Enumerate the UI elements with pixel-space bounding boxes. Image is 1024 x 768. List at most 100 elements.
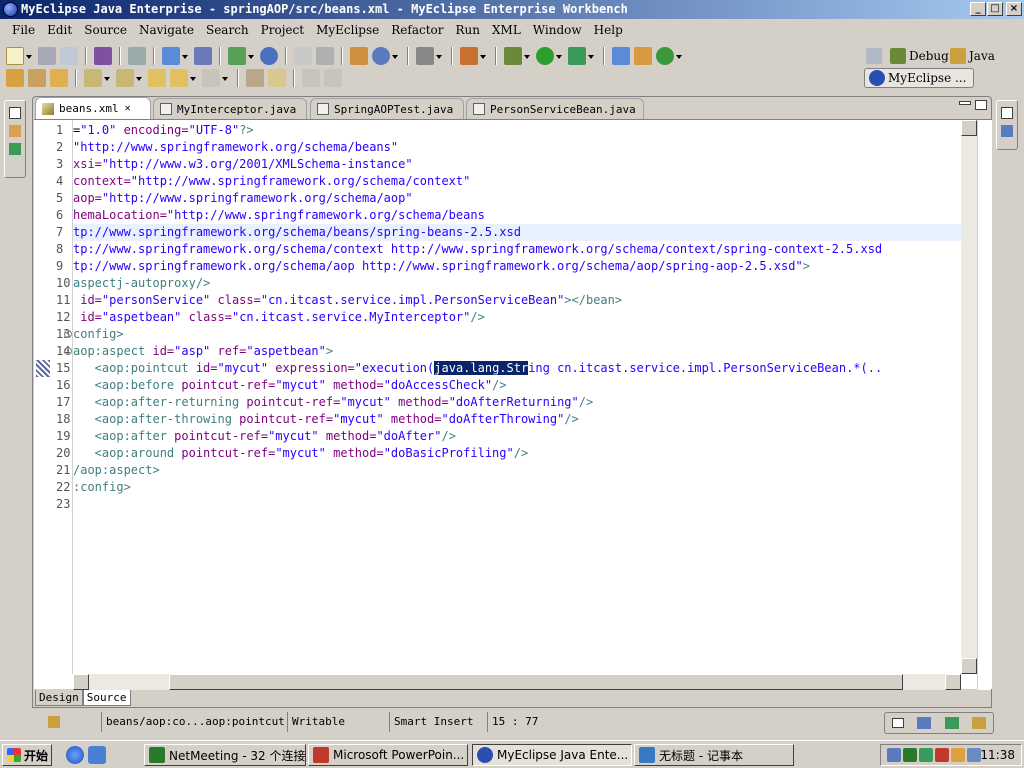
- scroll-down-icon[interactable]: [961, 658, 977, 674]
- next-annotation-icon[interactable]: [84, 69, 102, 87]
- console-icon[interactable]: [917, 717, 932, 729]
- tab-springaoptest-java[interactable]: SpringAOPTest.java: [310, 98, 464, 119]
- globe-icon[interactable]: [260, 47, 278, 65]
- show-desktop-icon[interactable]: [88, 746, 106, 764]
- package-icon[interactable]: [94, 47, 112, 65]
- search-icon[interactable]: [50, 69, 68, 87]
- code-line[interactable]: <aop:after-throwing pointcut-ref="mycut"…: [73, 411, 961, 428]
- code-line[interactable]: id="aspetbean" class="cn.itcast.service.…: [73, 309, 961, 326]
- run-external-icon[interactable]: [568, 47, 586, 65]
- code-line[interactable]: aspectj-autoproxy/>: [73, 275, 961, 292]
- code-line[interactable]: id="personService" class="cn.itcast.serv…: [73, 292, 961, 309]
- hierarchy-icon[interactable]: [9, 143, 21, 155]
- code-line[interactable]: <aop:pointcut id="mycut" expression="exe…: [73, 360, 961, 377]
- fast-view-icon[interactable]: [32, 712, 102, 732]
- code-line[interactable]: <aop:after-returning pointcut-ref="mycut…: [73, 394, 961, 411]
- toggle-mark-icon[interactable]: [268, 69, 286, 87]
- menu-file[interactable]: File: [6, 23, 41, 37]
- code-line[interactable]: [73, 496, 961, 513]
- tools-icon[interactable]: [460, 47, 478, 65]
- internet-explorer-icon[interactable]: [66, 746, 84, 764]
- deploy-dropdown-icon[interactable]: [182, 47, 189, 65]
- tray-monitor-icon[interactable]: [967, 748, 981, 762]
- horizontal-scrollbar[interactable]: [73, 674, 961, 690]
- task-netmeeting[interactable]: NetMeeting - 32 个连接: [144, 744, 306, 766]
- task-notepad[interactable]: 无标题 - 记事本: [634, 744, 794, 766]
- collapse-icon[interactable]: [324, 69, 342, 87]
- task-powerpoint[interactable]: Microsoft PowerPoin...: [308, 744, 468, 766]
- code-line[interactable]: :config>: [73, 479, 961, 496]
- start-button[interactable]: 开始: [2, 744, 52, 766]
- image-editor-icon[interactable]: [350, 47, 368, 65]
- perspective-java[interactable]: Java: [950, 46, 995, 66]
- new-java-project-icon[interactable]: [612, 47, 630, 65]
- code-line[interactable]: "http://www.springframework.org/schema/b…: [73, 139, 961, 156]
- minimize-editor-icon[interactable]: [959, 101, 971, 105]
- run-external-dropdown-icon[interactable]: [588, 47, 595, 65]
- perspective-myeclipse[interactable]: MyEclipse ...: [864, 68, 974, 88]
- restore-icon[interactable]: [891, 718, 904, 728]
- code-line[interactable]: hemaLocation="http://www.springframework…: [73, 207, 961, 224]
- close-button[interactable]: ×: [1006, 2, 1022, 16]
- back-icon[interactable]: [170, 69, 188, 87]
- horizontal-scroll-thumb[interactable]: [169, 674, 903, 690]
- open-task-icon[interactable]: [28, 69, 46, 87]
- package-explorer-icon[interactable]: [9, 125, 21, 137]
- new-icon[interactable]: [6, 47, 24, 65]
- fold-toggle-icon[interactable]: -: [64, 347, 72, 355]
- code-line[interactable]: <aop:before pointcut-ref="mycut" method=…: [73, 377, 961, 394]
- debug-icon[interactable]: [504, 47, 522, 65]
- screenshot-dropdown-icon[interactable]: [436, 47, 443, 65]
- menu-window[interactable]: Window: [527, 23, 588, 37]
- save-icon[interactable]: [38, 47, 56, 65]
- code-line[interactable]: config>: [73, 326, 961, 343]
- maximize-editor-icon[interactable]: [975, 100, 987, 110]
- deploy-icon[interactable]: [162, 47, 180, 65]
- source-editor[interactable]: 1 2 3 4 5 6 7 8 9 10 11 12 13-14-15 16 17 18 19 20 21 22 23 …: [34, 119, 992, 690]
- outline-icon[interactable]: [1001, 125, 1013, 137]
- screenshot-icon[interactable]: [416, 47, 434, 65]
- tab-myinterceptor-java[interactable]: MyInterceptor.java: [153, 98, 307, 119]
- fold-toggle-icon[interactable]: -: [64, 330, 72, 338]
- last-edit-location-icon[interactable]: [148, 69, 166, 87]
- previous-annotation-icon[interactable]: [116, 69, 134, 87]
- new-package-icon[interactable]: [634, 47, 652, 65]
- refresh-icon[interactable]: [316, 47, 334, 65]
- menu-myeclipse[interactable]: MyEclipse: [310, 23, 385, 37]
- print-icon[interactable]: [60, 47, 78, 65]
- open-folder-icon[interactable]: [6, 69, 24, 87]
- run-dropdown-icon[interactable]: [556, 47, 563, 65]
- scroll-up-icon[interactable]: [961, 120, 977, 136]
- menu-edit[interactable]: Edit: [41, 23, 78, 37]
- server-icon[interactable]: [128, 47, 146, 65]
- code-line[interactable]: aop="http://www.springframework.org/sche…: [73, 190, 961, 207]
- maximize-button[interactable]: □: [987, 2, 1003, 16]
- tab-design[interactable]: Design: [35, 690, 83, 706]
- code-area[interactable]: ="1.0" encoding="UTF-8"?> "http://www.spr…: [73, 122, 961, 674]
- menu-project[interactable]: Project: [255, 23, 310, 37]
- tab-beans-xml[interactable]: beans.xml ✕: [35, 97, 151, 119]
- code-line[interactable]: ="1.0" encoding="UTF-8"?>: [73, 122, 961, 139]
- tray-volume-icon[interactable]: [951, 748, 965, 762]
- forward-dropdown-icon[interactable]: [222, 69, 229, 87]
- web-browser-dropdown-icon[interactable]: [392, 47, 399, 65]
- myeclipse-app-icon[interactable]: [3, 2, 18, 17]
- tab-source[interactable]: Source: [82, 690, 131, 706]
- task-myeclipse[interactable]: MyEclipse Java Ente...: [472, 744, 632, 766]
- menu-help[interactable]: Help: [588, 23, 629, 37]
- scroll-right-icon[interactable]: [945, 674, 961, 690]
- debug-dropdown-icon[interactable]: [524, 47, 531, 65]
- menu-xml[interactable]: XML: [486, 23, 527, 37]
- code-line[interactable]: tp://www.springframework.org/schema/aop …: [73, 258, 961, 275]
- new-class-dropdown-icon[interactable]: [676, 47, 683, 65]
- code-line[interactable]: context="http://www.springframework.org/…: [73, 173, 961, 190]
- tools-dropdown-icon[interactable]: [480, 47, 487, 65]
- new-web-dropdown-icon[interactable]: [248, 47, 255, 65]
- menu-navigate[interactable]: Navigate: [133, 23, 200, 37]
- new-web-icon[interactable]: [228, 47, 246, 65]
- next-annotation-dropdown-icon[interactable]: [104, 69, 111, 87]
- back-dropdown-icon[interactable]: [190, 69, 197, 87]
- tray-network-icon[interactable]: [887, 748, 901, 762]
- problems-icon[interactable]: [972, 717, 987, 729]
- close-tab-icon[interactable]: ✕: [125, 103, 131, 114]
